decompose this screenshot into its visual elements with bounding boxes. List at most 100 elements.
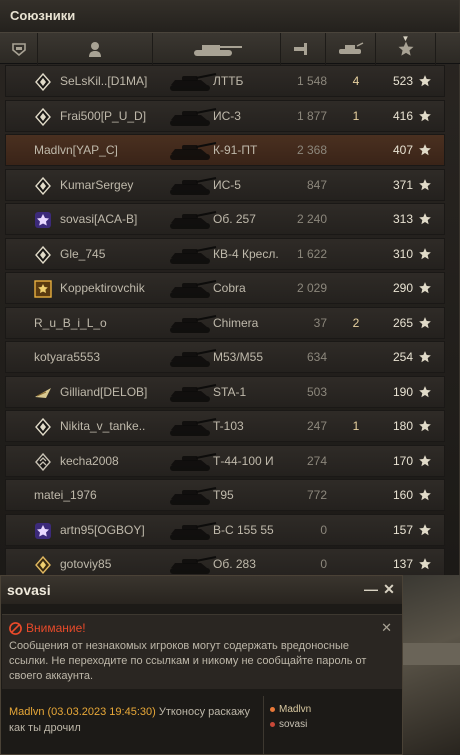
tank-name: B-C 155 55 bbox=[213, 522, 274, 537]
xp-column-header[interactable]: ▼ bbox=[376, 33, 436, 65]
frags-value: 1 bbox=[352, 419, 360, 433]
star-icon bbox=[418, 316, 432, 330]
player-row[interactable]: Gle_745 КВ-4 Кресл. 1 622 310 bbox=[5, 237, 445, 270]
damage-column-header[interactable] bbox=[281, 33, 326, 65]
tank-icon bbox=[168, 554, 218, 576]
clan-badge-icon bbox=[34, 555, 52, 575]
tank-name: Т-44-100 И bbox=[213, 453, 274, 468]
xp-value: 371 bbox=[392, 177, 413, 192]
tank-icon bbox=[168, 382, 218, 404]
player-row[interactable]: kecha2008 Т-44-100 И 274 170 bbox=[5, 444, 445, 477]
clan-badge-icon bbox=[34, 522, 52, 540]
player-row[interactable]: KumarSergey ИС-5 847 371 bbox=[5, 168, 445, 201]
tank-name: STA-1 bbox=[213, 384, 247, 399]
damage-value: 0 bbox=[320, 522, 327, 537]
chat-title: sovasi bbox=[7, 582, 51, 598]
player-name: Nikita_v_tanke.. bbox=[60, 419, 146, 433]
tank-icon bbox=[168, 244, 218, 266]
allies-list: SeLsKil..[D1MA] ЛТТБ 1 548 4 523 Frai500[P_U_… bbox=[5, 65, 445, 583]
tank-icon bbox=[168, 313, 218, 335]
warning-box: Внимание! Сообщения от незнакомых игроко… bbox=[2, 614, 402, 689]
message-author[interactable]: Madlvn (03.03.2023 19:45:30) bbox=[9, 706, 156, 718]
player-name: kotyara5553 bbox=[34, 350, 101, 364]
tank-icon bbox=[168, 347, 218, 369]
tank-icon bbox=[193, 45, 242, 56]
close-icon[interactable]: ✕ bbox=[380, 580, 398, 598]
warning-close-icon[interactable]: ✕ bbox=[381, 620, 392, 636]
xp-value: 160 bbox=[392, 488, 413, 502]
xp-value: 290 bbox=[392, 281, 413, 295]
member-item[interactable]: Madlvn bbox=[270, 702, 395, 717]
tank-icon bbox=[168, 140, 218, 162]
player-name: artn95[OGBOY] bbox=[60, 522, 145, 537]
player-name: SeLsKil..[D1MA] bbox=[60, 74, 148, 88]
star-icon bbox=[418, 557, 432, 571]
clan-badge-icon bbox=[34, 452, 52, 471]
sort-indicator-icon: ▼ bbox=[401, 34, 410, 43]
player-row[interactable]: R_u_B_i_L_o Chimera 37 2 265 bbox=[5, 306, 445, 339]
tank-icon bbox=[168, 485, 218, 507]
clan-badge-icon bbox=[34, 72, 52, 92]
damage-value: 1 548 bbox=[296, 74, 327, 88]
background-scene bbox=[403, 575, 460, 755]
panel-title: Союзники bbox=[0, 0, 459, 32]
tank-icon bbox=[168, 71, 218, 93]
star-icon bbox=[418, 212, 432, 226]
tank-name: ИС-5 bbox=[213, 177, 241, 192]
tank-icon bbox=[168, 106, 218, 128]
clan-badge-icon bbox=[34, 417, 52, 437]
player-name: sovasi[ACA-B] bbox=[60, 212, 138, 226]
tank-icon bbox=[168, 416, 218, 438]
damage-value: 772 bbox=[306, 488, 327, 502]
chat-members: Madlvn sovasi bbox=[263, 696, 401, 754]
tank-name: ЛТТБ bbox=[213, 74, 244, 88]
damage-value: 2 029 bbox=[296, 281, 327, 295]
warning-title: Внимание! bbox=[26, 621, 86, 635]
chat-title-bar[interactable]: sovasi — ✕ bbox=[1, 576, 402, 604]
star-icon bbox=[418, 74, 432, 88]
player-column-header[interactable] bbox=[38, 33, 153, 65]
frags-icon bbox=[338, 42, 363, 54]
vehicle-column-header[interactable] bbox=[153, 33, 281, 65]
damage-value: 274 bbox=[306, 453, 327, 468]
star-icon bbox=[418, 247, 432, 261]
platoon-column-header[interactable] bbox=[0, 33, 38, 65]
player-row[interactable]: SeLsKil..[D1MA] ЛТТБ 1 548 4 523 bbox=[5, 65, 445, 97]
star-icon bbox=[418, 350, 432, 364]
player-row[interactable]: artn95[OGBOY] B-C 155 55 0 157 bbox=[5, 513, 445, 546]
warning-icon bbox=[9, 621, 22, 635]
player-row[interactable]: sovasi[ACA-B] Об. 257 2 240 313 bbox=[5, 203, 445, 235]
tank-name: Об. 257 bbox=[213, 212, 256, 226]
player-icon bbox=[89, 42, 101, 57]
minimize-button[interactable]: — bbox=[362, 580, 380, 598]
player-row[interactable]: Frai500[P_U_D] ИС-3 1 877 1 416 bbox=[5, 99, 445, 132]
star-icon bbox=[418, 143, 432, 157]
frags-column-header[interactable] bbox=[326, 33, 376, 65]
status-dot-icon bbox=[270, 722, 275, 727]
member-item[interactable]: sovasi bbox=[270, 717, 395, 732]
player-row[interactable]: Madlvn[YAP_C] К-91-ПТ 2 368 407 bbox=[5, 134, 445, 166]
player-row[interactable]: Nikita_v_tanke.. T-103 247 1 180 bbox=[5, 410, 445, 442]
damage-value: 503 bbox=[306, 384, 327, 399]
damage-value: 2 240 bbox=[296, 212, 327, 226]
player-name: Frai500[P_U_D] bbox=[60, 108, 147, 123]
damage-value: 2 368 bbox=[296, 143, 327, 157]
star-icon bbox=[418, 419, 432, 433]
player-row[interactable]: Gilliand[DELOB] STA-1 503 190 bbox=[5, 375, 445, 408]
damage-value: 847 bbox=[306, 177, 327, 192]
player-row[interactable]: Koppektirovchik Cobra 2 029 290 bbox=[5, 272, 445, 304]
star-icon bbox=[418, 454, 432, 468]
player-row[interactable]: matei_1976 T95 772 160 bbox=[5, 479, 445, 511]
damage-value: 1 622 bbox=[296, 246, 327, 261]
clan-badge-icon bbox=[34, 384, 52, 402]
tank-name: M53/M55 bbox=[213, 350, 264, 364]
tank-icon bbox=[168, 175, 218, 197]
xp-value: 170 bbox=[392, 453, 413, 468]
player-name: Koppektirovchik bbox=[60, 281, 145, 295]
table-header: ▼ bbox=[0, 32, 460, 65]
private-chat-window[interactable]: sovasi — ✕ Внимание! Сообщения от незнак… bbox=[0, 575, 403, 755]
clan-badge-icon bbox=[34, 211, 52, 229]
tank-name: T-103 bbox=[213, 419, 244, 433]
player-row[interactable]: kotyara5553 M53/M55 634 254 bbox=[5, 341, 445, 373]
tank-name: Chimera bbox=[213, 315, 259, 330]
